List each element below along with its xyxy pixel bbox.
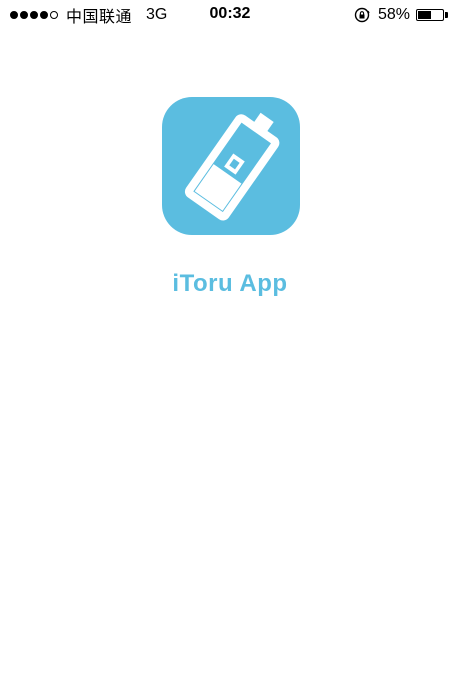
battery-icon (416, 9, 444, 21)
battery-percentage: 58% (377, 6, 410, 23)
battery-level-fill (418, 11, 431, 19)
launch-screen: 中国联通 3G 00:32 58% iToru App (0, 0, 460, 690)
status-bar: 中国联通 3G 00:32 58% (0, 0, 460, 30)
battery-tip (445, 12, 448, 18)
status-bar-right: 58% (354, 5, 448, 25)
e-cigarette-battery-icon (184, 112, 280, 221)
app-title: iToru App (172, 270, 288, 297)
orientation-lock-icon (354, 7, 370, 23)
app-logo-icon (162, 97, 300, 235)
